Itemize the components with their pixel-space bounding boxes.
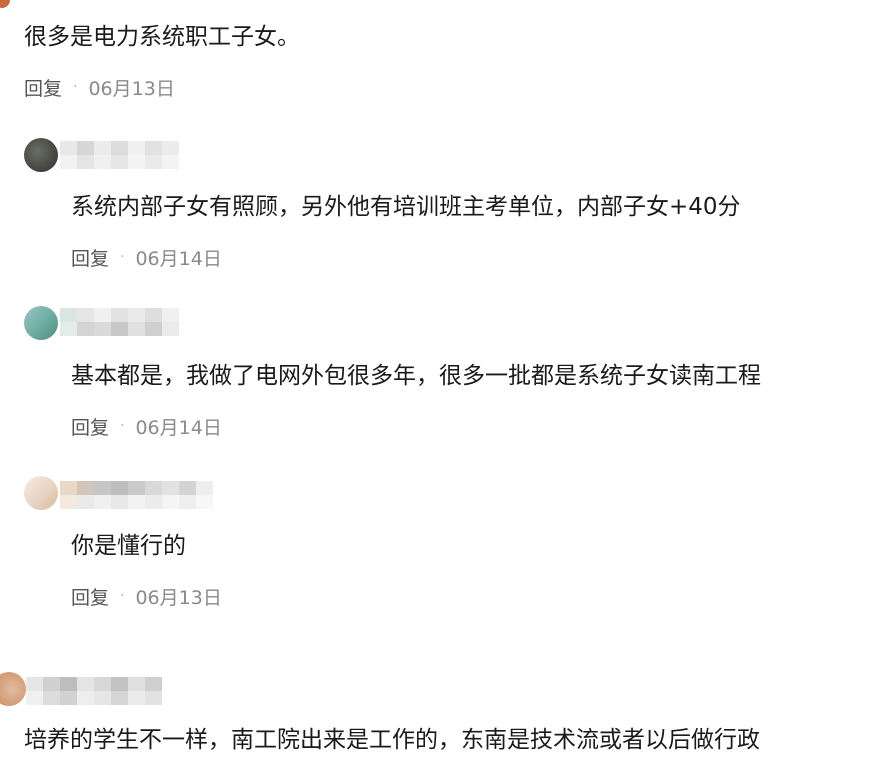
username-blurred-row2 xyxy=(60,495,213,509)
username-blurred-row2 xyxy=(60,155,179,169)
avatar[interactable] xyxy=(0,672,26,706)
separator-dot: · xyxy=(120,249,125,265)
separator-dot: · xyxy=(120,588,125,604)
username-blurred[interactable] xyxy=(26,677,162,691)
reply-button[interactable]: 回复 xyxy=(24,74,62,101)
username-blurred[interactable] xyxy=(60,141,179,155)
reply-button[interactable]: 回复 xyxy=(71,583,109,610)
comment-date: 06月14日 xyxy=(135,247,222,270)
comment-text: 很多是电力系统职工子女。 xyxy=(24,24,300,50)
comment-text: 系统内部子女有照顾，另外他有培训班主考单位，内部子女+40分 xyxy=(71,194,741,220)
username-blurred-row2 xyxy=(60,322,179,336)
comment-text: 基本都是，我做了电网外包很多年，很多一批都是系统子女读南工程 xyxy=(71,363,761,389)
separator-dot: · xyxy=(120,418,125,434)
separator-dot: · xyxy=(73,79,78,95)
comment-text: 培养的学生不一样，南工院出来是工作的，东南是技术流或者以后做行政 xyxy=(24,727,760,753)
avatar[interactable] xyxy=(24,138,58,172)
comment-date: 06月14日 xyxy=(135,416,222,439)
comment-meta: 回复 · 06月14日 xyxy=(71,412,222,440)
comment-meta: 回复 · 06月13日 xyxy=(71,582,222,610)
comment-meta: 回复 · 06月14日 xyxy=(71,243,222,271)
reply-button[interactable]: 回复 xyxy=(71,413,109,440)
avatar[interactable] xyxy=(24,476,58,510)
username-blurred[interactable] xyxy=(60,481,213,495)
avatar[interactable] xyxy=(24,306,58,340)
comment-date: 06月13日 xyxy=(88,77,175,100)
username-blurred[interactable] xyxy=(60,308,179,322)
username-blurred-row2 xyxy=(26,691,162,705)
avatar[interactable] xyxy=(0,0,10,8)
comment-thread: 很多是电力系统职工子女。 回复 · 06月13日 系统内部子女有照顾，另外他有培… xyxy=(0,0,890,778)
comment-date: 06月13日 xyxy=(135,586,222,609)
reply-button[interactable]: 回复 xyxy=(71,244,109,271)
comment-meta: 回复 · 06月13日 xyxy=(24,73,175,101)
comment-text: 你是懂行的 xyxy=(71,533,186,559)
